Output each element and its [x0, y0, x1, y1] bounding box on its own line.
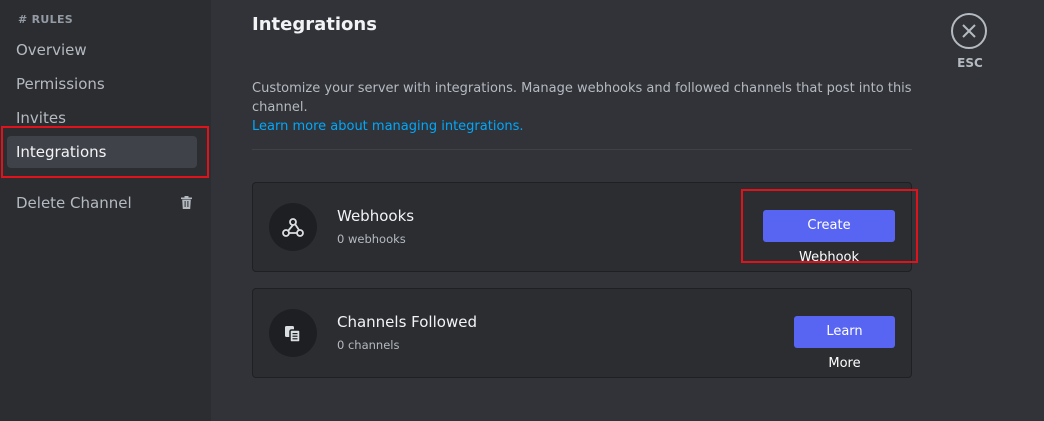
webhooks-card: Webhooks 0 webhooks Create Webhook [252, 182, 912, 272]
channels-followed-title: Channels Followed [337, 313, 477, 331]
learn-more-link[interactable]: Learn more about managing integrations. [252, 117, 932, 136]
description-text: Customize your server with integrations.… [252, 81, 912, 115]
sidebar-item-label: Invites [16, 109, 66, 127]
sidebar-item-invites[interactable]: Invites [7, 102, 197, 134]
sidebar-channel-header: # RULES [18, 13, 73, 26]
sidebar-item-label: Delete Channel [16, 194, 132, 212]
webhooks-count: 0 webhooks [337, 232, 406, 246]
channel-follow-icon [269, 309, 317, 357]
close-control: ESC [951, 13, 989, 70]
main-content: Integrations Customize your server with … [211, 0, 1044, 421]
webhooks-title: Webhooks [337, 207, 415, 225]
trash-icon [181, 196, 192, 209]
create-webhook-button[interactable]: Create Webhook [763, 210, 895, 265]
esc-label: ESC [957, 56, 983, 70]
close-icon [962, 24, 976, 38]
webhook-icon [269, 203, 317, 251]
channels-followed-count: 0 channels [337, 338, 400, 352]
sidebar-item-overview[interactable]: Overview [7, 34, 197, 66]
page-description: Customize your server with integrations.… [252, 79, 932, 136]
learn-more-button[interactable]: Learn More [794, 316, 895, 371]
sidebar-item-label: Integrations [16, 143, 107, 161]
sidebar-item-integrations[interactable]: Integrations [7, 136, 197, 168]
sidebar-item-label: Overview [16, 41, 87, 59]
page-title: Integrations [252, 14, 377, 35]
sidebar-item-delete-channel[interactable]: Delete Channel [7, 187, 197, 219]
section-divider [252, 149, 912, 150]
channels-followed-card: Channels Followed 0 channels Learn More [252, 288, 912, 378]
sidebar-item-permissions[interactable]: Permissions [7, 68, 197, 100]
sidebar-item-label: Permissions [16, 75, 105, 93]
sidebar-divider [16, 176, 191, 177]
sidebar: # RULES Overview Permissions Invites Int… [0, 0, 211, 421]
close-button[interactable] [951, 13, 987, 49]
